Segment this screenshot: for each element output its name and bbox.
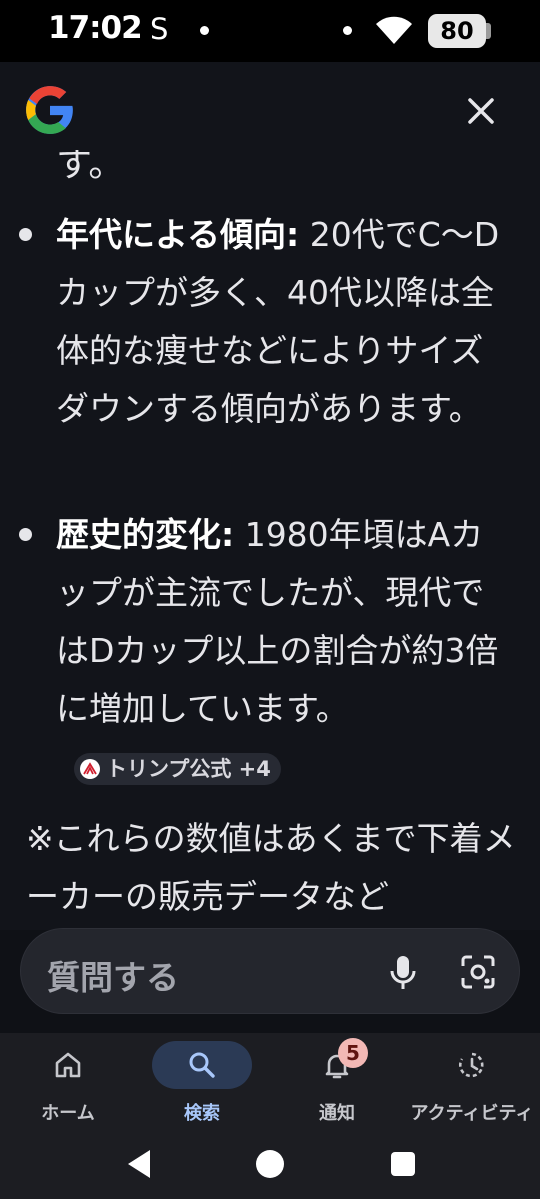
nav-label: 通知 <box>319 1103 355 1124</box>
activity-icon <box>422 1041 522 1089</box>
search-icon <box>152 1041 252 1089</box>
google-logo-icon <box>26 86 73 134</box>
overlay-header <box>0 62 540 162</box>
ask-input[interactable]: 質問する <box>20 928 520 1014</box>
list-item-heading: 歴史的変化: <box>56 515 235 554</box>
notification-badge: 5 <box>338 1038 368 1068</box>
list-item-text: 歴史的変化: 1980年頃はAカップが主流でしたが、現代ではDカップ以上の割合が… <box>56 506 516 796</box>
list-item-text: 年代による傾向: 20代でC〜Dカップが多く、40代以降は全体的な痩せなどにより… <box>56 206 516 438</box>
nav-label: アクティビティ <box>410 1103 534 1124</box>
nav-label: 検索 <box>184 1103 220 1124</box>
microphone-icon[interactable] <box>385 953 421 993</box>
source-chip[interactable]: トリンプ公式 +4 <box>74 752 281 785</box>
text-fragment: す。 <box>56 150 125 185</box>
home-button-icon[interactable] <box>256 1150 284 1178</box>
nav-item-activity[interactable]: アクティビティ <box>404 1033 540 1133</box>
status-bar: 17:02 S 80 <box>0 0 540 62</box>
google-lens-icon[interactable] <box>459 953 497 991</box>
back-icon[interactable] <box>124 1147 154 1181</box>
list-item-heading: 年代による傾向: <box>56 215 300 254</box>
ask-placeholder: 質問する <box>47 958 179 997</box>
nav-item-notifications[interactable]: 通知 <box>287 1033 387 1133</box>
recent-apps-icon[interactable] <box>391 1152 415 1176</box>
carrier-icon: S <box>150 12 169 46</box>
wifi-icon <box>376 16 412 44</box>
bullet-icon <box>19 228 32 241</box>
note-text: ※これらの数値はあくまで下着メーカーの販売データなど <box>26 819 516 916</box>
nav-item-home[interactable]: ホーム <box>18 1033 118 1133</box>
status-time: 17:02 <box>48 10 143 46</box>
system-navigation-bar <box>0 1133 540 1199</box>
close-icon[interactable] <box>458 88 504 134</box>
notification-dot-icon <box>343 26 352 35</box>
bell-icon <box>287 1041 387 1089</box>
battery-indicator: 80 <box>428 14 486 48</box>
source-chip-label: トリンプ公式 +4 <box>106 756 271 781</box>
nav-label: ホーム <box>41 1103 95 1124</box>
nav-item-search[interactable]: 検索 <box>152 1033 252 1133</box>
bottom-navigation: ホーム 検索 通知 アクティビティ <box>0 1033 540 1133</box>
battery-tip <box>486 23 491 39</box>
ai-answer-content: す。 年代による傾向: 20代でC〜Dカップが多く、40代以降は全体的な痩せなど… <box>0 150 540 930</box>
triumph-logo-icon <box>80 758 100 779</box>
bullet-icon <box>19 528 32 541</box>
home-icon <box>18 1041 118 1089</box>
notification-dot-icon <box>200 26 209 35</box>
